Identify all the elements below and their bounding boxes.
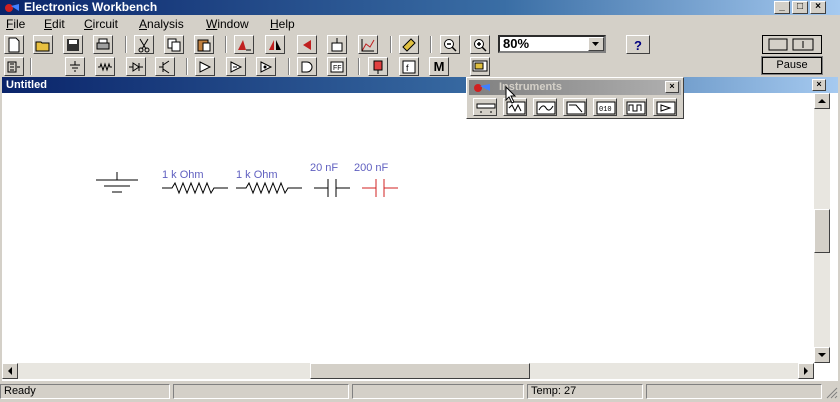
- capacitor-1[interactable]: [314, 178, 350, 198]
- menu-bar: File Edit Circuit Analysis Window Help: [0, 15, 840, 33]
- document-titlebar: Untitled ×: [2, 77, 838, 93]
- document-close-button[interactable]: ×: [812, 79, 826, 91]
- svg-text:010: 010: [599, 106, 612, 114]
- power-switch[interactable]: [762, 35, 822, 54]
- app-title: Electronics Workbench: [24, 0, 158, 14]
- resistor-1-label: 1 k Ohm: [162, 169, 204, 181]
- help-icon[interactable]: ?: [626, 35, 650, 54]
- zoom-value: 80%: [503, 36, 530, 51]
- close-button[interactable]: ×: [810, 1, 826, 14]
- logic-gates-bin-icon[interactable]: [297, 57, 317, 76]
- miscellaneous-bin-button[interactable]: M: [429, 57, 449, 76]
- svg-text:FF: FF: [333, 65, 342, 72]
- capacitor-1-label: 20 nF: [310, 162, 339, 174]
- logic-analyzer-icon[interactable]: [623, 98, 647, 116]
- main-toolbar: ?: [0, 34, 840, 56]
- status-bar: Ready Temp: 27: [0, 383, 840, 400]
- copy-icon[interactable]: [164, 35, 184, 54]
- oscilloscope-icon[interactable]: [533, 98, 557, 116]
- zoom-select[interactable]: 80%: [498, 35, 606, 53]
- menu-help[interactable]: Help: [270, 16, 295, 32]
- vertical-scroll-thumb[interactable]: [814, 209, 830, 253]
- graph-icon[interactable]: [358, 35, 378, 54]
- flip-horizontal-icon[interactable]: [265, 35, 285, 54]
- digital-ics-bin-icon[interactable]: [256, 57, 276, 76]
- new-icon[interactable]: [4, 35, 24, 54]
- scroll-right-icon[interactable]: [798, 363, 814, 379]
- diodes-bin-icon[interactable]: [126, 57, 146, 76]
- transistors-bin-icon[interactable]: [155, 57, 175, 76]
- vertical-scrollbar[interactable]: [814, 93, 830, 363]
- app-titlebar: Electronics Workbench _ □ ×: [0, 0, 840, 15]
- basic-bin-icon[interactable]: [95, 57, 115, 76]
- minimize-button[interactable]: _: [774, 1, 790, 14]
- controls-bin-icon[interactable]: f: [399, 57, 419, 76]
- paste-icon[interactable]: [194, 35, 214, 54]
- app-logo-icon: [3, 1, 21, 16]
- circuit-canvas[interactable]: 1 k Ohm 1 k Ohm 20 nF 200 nF: [2, 93, 814, 363]
- zoom-out-icon[interactable]: [440, 35, 460, 54]
- status-panel-3: [352, 384, 524, 399]
- save-icon[interactable]: [63, 35, 83, 54]
- instruments-logo-icon: [472, 81, 494, 99]
- resize-grip-icon[interactable]: [824, 385, 838, 399]
- parts-toolbar: FF f M: [0, 56, 840, 78]
- flip-vertical-icon[interactable]: [297, 35, 317, 54]
- multimeter-icon[interactable]: [473, 98, 497, 116]
- menu-circuit[interactable]: Circuit: [84, 16, 118, 32]
- instruments-bin-icon[interactable]: [470, 57, 490, 76]
- menu-window[interactable]: Window: [206, 16, 249, 32]
- subcircuit-icon[interactable]: [327, 35, 347, 54]
- status-text: Ready: [0, 384, 170, 399]
- horizontal-scrollbar[interactable]: [2, 363, 814, 379]
- instruments-titlebar[interactable]: Instruments ×: [469, 80, 681, 95]
- component-properties-icon[interactable]: [399, 35, 419, 54]
- pause-button[interactable]: Pause: [761, 56, 823, 75]
- resistor-2-label: 1 k Ohm: [236, 169, 278, 181]
- analog-ics-bin-icon[interactable]: [195, 57, 215, 76]
- word-generator-icon[interactable]: 010: [593, 98, 617, 116]
- svg-text:?: ?: [634, 38, 642, 53]
- capacitor-2-label: 200 nF: [354, 162, 389, 174]
- menu-file[interactable]: File: [6, 16, 25, 32]
- scroll-up-icon[interactable]: [814, 93, 830, 109]
- scroll-down-icon[interactable]: [814, 347, 830, 363]
- favorites-bin-icon[interactable]: [4, 57, 24, 76]
- document-window: Untitled × 1 k Ohm 1 k Ohm 20 nF 200 nF: [2, 77, 838, 381]
- mixed-ics-bin-icon[interactable]: [226, 57, 246, 76]
- chevron-down-icon[interactable]: [588, 37, 604, 51]
- instruments-palette: Instruments × 010: [466, 77, 684, 119]
- menu-edit[interactable]: Edit: [44, 16, 65, 32]
- status-panel-2: [173, 384, 349, 399]
- sources-bin-icon[interactable]: [65, 57, 85, 76]
- zoom-in-icon[interactable]: [470, 35, 490, 54]
- print-icon[interactable]: [93, 35, 113, 54]
- temperature-readout: Temp: 27: [527, 384, 643, 399]
- bode-plotter-icon[interactable]: [563, 98, 587, 116]
- instruments-close-button[interactable]: ×: [665, 81, 679, 93]
- open-icon[interactable]: [33, 35, 53, 54]
- ground-symbol[interactable]: [94, 172, 140, 196]
- scroll-left-icon[interactable]: [2, 363, 18, 379]
- logic-converter-icon[interactable]: [653, 98, 677, 116]
- indicators-bin-icon[interactable]: [368, 57, 388, 76]
- resistor-2[interactable]: [236, 181, 302, 195]
- document-title: Untitled: [6, 79, 47, 91]
- horizontal-scroll-thumb[interactable]: [310, 363, 530, 379]
- mouse-cursor-icon: [505, 86, 517, 104]
- capacitor-2[interactable]: [362, 178, 398, 198]
- digital-bin-icon[interactable]: FF: [327, 57, 347, 76]
- cut-icon[interactable]: [134, 35, 154, 54]
- rotate-icon[interactable]: [234, 35, 254, 54]
- status-panel-5: [646, 384, 822, 399]
- menu-analysis[interactable]: Analysis: [139, 16, 184, 32]
- maximize-button[interactable]: □: [792, 1, 808, 14]
- resistor-1[interactable]: [162, 181, 228, 195]
